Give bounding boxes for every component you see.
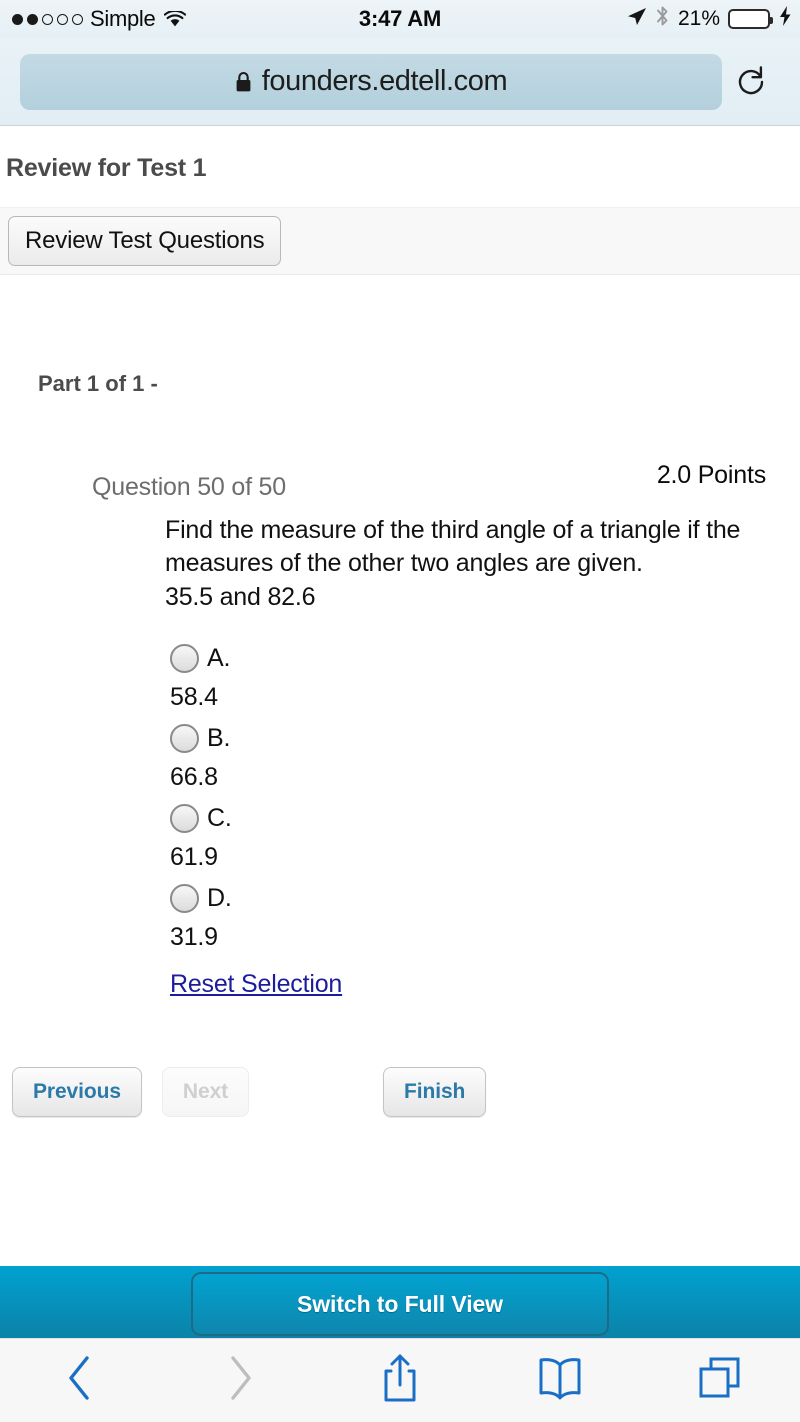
tabs-button[interactable]: [640, 1355, 800, 1406]
chevron-right-icon: [225, 1354, 255, 1407]
full-view-band: Switch to Full View: [0, 1266, 800, 1342]
lock-icon: [235, 71, 252, 93]
chevron-left-icon: [65, 1354, 95, 1407]
option-value-b: 66.8: [170, 762, 218, 791]
switch-to-full-view-button[interactable]: Switch to Full View: [191, 1272, 609, 1336]
answer-option-a[interactable]: A. 58.4: [170, 643, 786, 712]
ios-status-bar: Simple 3:47 AM 21%: [0, 0, 800, 38]
url-text: founders.edtell.com: [261, 65, 508, 97]
option-letter-c: C.: [207, 803, 232, 832]
option-letter-d: D.: [207, 883, 232, 912]
radio-button-b[interactable]: [170, 723, 199, 753]
page-title: Review for Test 1: [6, 154, 207, 182]
review-toolbar: Review Test Questions: [0, 207, 800, 275]
book-icon: [536, 1354, 584, 1407]
answer-options: A. 58.4 B. 66.8 C. 61.9 D. 31.9 Reset Se…: [0, 614, 786, 999]
forward-button: [160, 1354, 320, 1407]
safari-url-bar: founders.edtell.com: [0, 38, 800, 126]
question-prompt-line-2: measures of the other two angles are giv…: [165, 549, 643, 578]
option-value-a: 58.4: [170, 682, 218, 711]
option-letter-b: B.: [207, 723, 231, 752]
share-button[interactable]: [320, 1352, 480, 1409]
option-value-d: 31.9: [170, 922, 218, 951]
radio-button-a[interactable]: [170, 643, 199, 673]
status-bar-clock: 3:47 AM: [358, 6, 442, 31]
question-navigation: Previous Next Finish: [0, 999, 786, 1117]
radio-button-c[interactable]: [170, 803, 199, 833]
safari-bottom-toolbar: [0, 1338, 800, 1422]
previous-button[interactable]: Previous: [12, 1066, 142, 1117]
bookmarks-button[interactable]: [480, 1354, 640, 1407]
next-button: Next: [161, 1066, 250, 1117]
answer-option-b[interactable]: B. 66.8: [170, 723, 786, 792]
question-header: Question 50 of 50 2.0 Points: [0, 397, 786, 502]
share-icon: [380, 1352, 420, 1409]
radio-button-d[interactable]: [170, 883, 199, 913]
url-input[interactable]: founders.edtell.com: [20, 53, 722, 110]
question-prompt-line-1: Find the measure of the third angle of a…: [165, 516, 741, 544]
review-test-questions-button[interactable]: Review Test Questions: [8, 216, 282, 266]
answer-option-c[interactable]: C. 61.9: [170, 803, 786, 872]
tabs-icon: [697, 1355, 743, 1406]
back-button[interactable]: [0, 1354, 160, 1407]
question-block: Question 50 of 50 2.0 Points Find the me…: [0, 397, 800, 1117]
option-value-c: 61.9: [170, 842, 218, 871]
part-label: Part 1 of 1 -: [38, 371, 158, 396]
question-number: Question 50 of 50: [92, 473, 286, 501]
battery-icon: [728, 9, 773, 29]
reset-selection-link[interactable]: Reset Selection: [170, 970, 342, 999]
question-prompt-line-3: 35.5 and 82.6: [165, 582, 316, 611]
page-content: Review for Test 1 Review Test Questions …: [0, 126, 800, 1117]
question-points: 2.0 Points: [656, 461, 766, 489]
option-letter-a: A.: [207, 643, 231, 672]
finish-button[interactable]: Finish: [383, 1066, 487, 1117]
reload-icon[interactable]: [722, 64, 780, 100]
answer-option-d[interactable]: D. 31.9: [170, 883, 786, 952]
question-prompt: Find the measure of the third angle of a…: [0, 502, 786, 614]
